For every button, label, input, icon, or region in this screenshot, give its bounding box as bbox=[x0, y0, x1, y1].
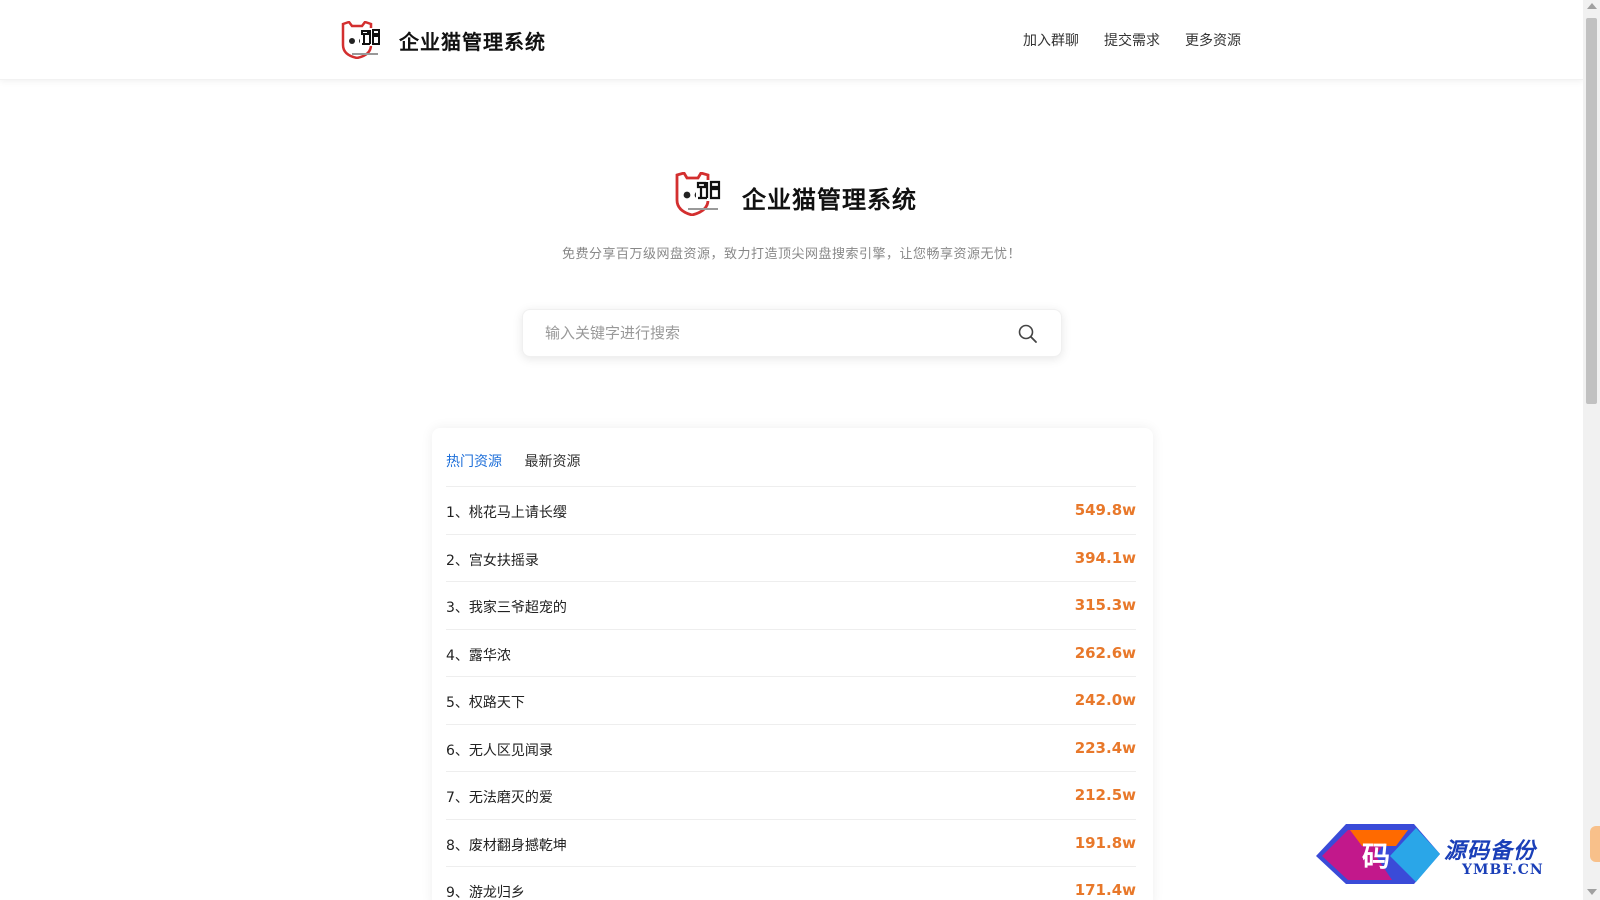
resource-list: 1、桃花马上请长缨 549.8w 2、宫女扶摇录 394.1w 3、我家三爷超宠… bbox=[446, 486, 1136, 900]
side-float-tab[interactable] bbox=[1590, 826, 1600, 862]
watermark-glyph: 码 bbox=[1362, 840, 1390, 873]
list-item-title[interactable]: 5、权路天下 bbox=[446, 692, 525, 712]
list-item-count: 262.6w bbox=[1074, 643, 1136, 662]
nav-submit-request[interactable]: 提交需求 bbox=[1104, 30, 1160, 50]
search-icon[interactable] bbox=[1017, 323, 1039, 345]
watermark-text-cn: 源码备份 bbox=[1444, 838, 1537, 864]
watermark-text-en: YMBF.CN bbox=[1462, 862, 1544, 878]
list-item[interactable]: 4、露华浓 262.6w bbox=[446, 628, 1136, 677]
list-item[interactable]: 1、桃花马上请长缨 549.8w bbox=[446, 486, 1136, 534]
list-item[interactable]: 6、无人区见闻录 223.4w bbox=[446, 723, 1136, 772]
list-item-count: 549.8w bbox=[1074, 501, 1136, 519]
list-item[interactable]: 9、游龙归乡 171.4w bbox=[446, 866, 1136, 900]
scrollbar-thumb[interactable] bbox=[1586, 18, 1597, 404]
list-item-count: 223.4w bbox=[1074, 738, 1136, 757]
list-item-count: 394.1w bbox=[1074, 548, 1136, 567]
nav-more-resources[interactable]: 更多资源 bbox=[1185, 30, 1241, 50]
list-item-count: 242.0w bbox=[1074, 691, 1136, 709]
hero-logo-icon bbox=[675, 172, 721, 216]
site-title[interactable]: 企业猫管理系统 bbox=[399, 26, 546, 55]
list-item-count: 191.8w bbox=[1074, 833, 1136, 852]
list-item-title[interactable]: 2、宫女扶摇录 bbox=[446, 550, 539, 570]
list-item-count: 171.4w bbox=[1074, 881, 1136, 899]
list-item-title[interactable]: 6、无人区见闻录 bbox=[446, 740, 553, 760]
list-item[interactable]: 8、废材翻身撼乾坤 191.8w bbox=[446, 818, 1136, 867]
list-item-count: 212.5w bbox=[1074, 786, 1136, 804]
list-item-title[interactable]: 4、露华浓 bbox=[446, 645, 511, 665]
scroll-up-arrow-icon[interactable] bbox=[1587, 3, 1597, 9]
list-item[interactable]: 5、权路天下 242.0w bbox=[446, 676, 1136, 724]
list-item-title[interactable]: 1、桃花马上请长缨 bbox=[446, 502, 567, 522]
list-item-title[interactable]: 3、我家三爷超宠的 bbox=[446, 597, 567, 617]
resource-card: 热门资源 最新资源 1、桃花马上请长缨 549.8w 2、宫女扶摇录 394.1… bbox=[432, 428, 1153, 900]
list-item-title[interactable]: 7、无法磨灭的爱 bbox=[446, 787, 553, 807]
list-item[interactable]: 2、宫女扶摇录 394.1w bbox=[446, 533, 1136, 582]
list-item-title[interactable]: 9、游龙归乡 bbox=[446, 882, 525, 900]
search-input[interactable] bbox=[545, 310, 1005, 356]
top-header: 企业猫管理系统 加入群聊 提交需求 更多资源 bbox=[0, 0, 1583, 80]
tab-hot-resources[interactable]: 热门资源 bbox=[446, 451, 502, 471]
scroll-down-arrow-icon[interactable] bbox=[1587, 889, 1597, 895]
hero-title: 企业猫管理系统 bbox=[742, 186, 917, 214]
logo-icon[interactable] bbox=[340, 21, 382, 59]
list-item[interactable]: 7、无法磨灭的爱 212.5w bbox=[446, 771, 1136, 819]
list-item-title[interactable]: 8、废材翻身撼乾坤 bbox=[446, 835, 567, 855]
hero-subtitle: 免费分享百万级网盘资源，致力打造顶尖网盘搜索引擎，让您畅享资源无忧！ bbox=[561, 247, 1021, 262]
list-item[interactable]: 3、我家三爷超宠的 315.3w bbox=[446, 581, 1136, 629]
nav-join-group[interactable]: 加入群聊 bbox=[1023, 30, 1079, 50]
resource-tabs: 热门资源 最新资源 bbox=[446, 451, 598, 471]
search-box bbox=[522, 309, 1062, 357]
list-item-count: 315.3w bbox=[1074, 596, 1136, 614]
tab-latest-resources[interactable]: 最新资源 bbox=[524, 451, 580, 471]
